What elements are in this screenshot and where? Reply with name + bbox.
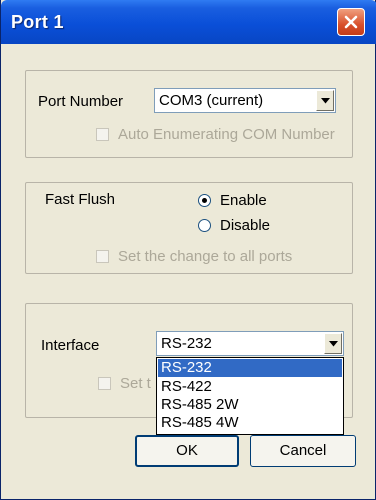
fast-flush-label: Fast Flush	[45, 191, 116, 208]
close-icon	[344, 15, 358, 29]
auto-enum-label: Auto Enumerating COM Number	[118, 126, 335, 143]
disable-radio[interactable]	[198, 219, 211, 232]
interface-all-ports-checkbox[interactable]	[98, 377, 111, 390]
cancel-button[interactable]: Cancel	[250, 435, 356, 467]
interface-option[interactable]: RS-422	[158, 378, 342, 396]
port-number-select[interactable]: COM3 (current)	[154, 88, 336, 113]
auto-enum-checkbox[interactable]	[96, 128, 109, 141]
radio-selected-dot	[202, 198, 207, 203]
interface-select[interactable]: RS-232	[156, 331, 344, 356]
ok-button[interactable]: OK	[135, 435, 239, 467]
port-number-group	[25, 70, 353, 158]
port-number-label: Port Number	[38, 93, 124, 110]
chevron-down-icon	[321, 98, 330, 104]
interface-dropdown-button[interactable]	[324, 333, 342, 354]
window-title: Port 1	[11, 12, 64, 32]
interface-option[interactable]: RS-232	[158, 359, 342, 377]
enable-radio[interactable]	[198, 194, 211, 207]
interface-all-ports-label: Set t	[120, 375, 151, 392]
port-number-value: COM3 (current)	[159, 92, 264, 109]
all-ports-label: Set the change to all ports	[118, 248, 293, 265]
port-number-dropdown-button[interactable]	[316, 90, 334, 111]
interface-value: RS-232	[161, 335, 212, 352]
disable-label: Disable	[220, 217, 271, 234]
chevron-down-icon	[329, 341, 338, 347]
port-dialog: Port 1 Port Number COM3 (current) Auto E…	[0, 0, 376, 500]
interface-dropdown-list: RS-232 RS-422 RS-485 2W RS-485 4W	[156, 357, 344, 435]
interface-label: Interface	[41, 337, 100, 354]
interface-option[interactable]: RS-485 2W	[158, 396, 342, 414]
title-bar[interactable]: Port 1	[1, 0, 376, 44]
all-ports-checkbox[interactable]	[96, 250, 109, 263]
enable-label: Enable	[220, 192, 267, 209]
close-button[interactable]	[337, 8, 365, 36]
interface-option[interactable]: RS-485 4W	[158, 414, 342, 432]
